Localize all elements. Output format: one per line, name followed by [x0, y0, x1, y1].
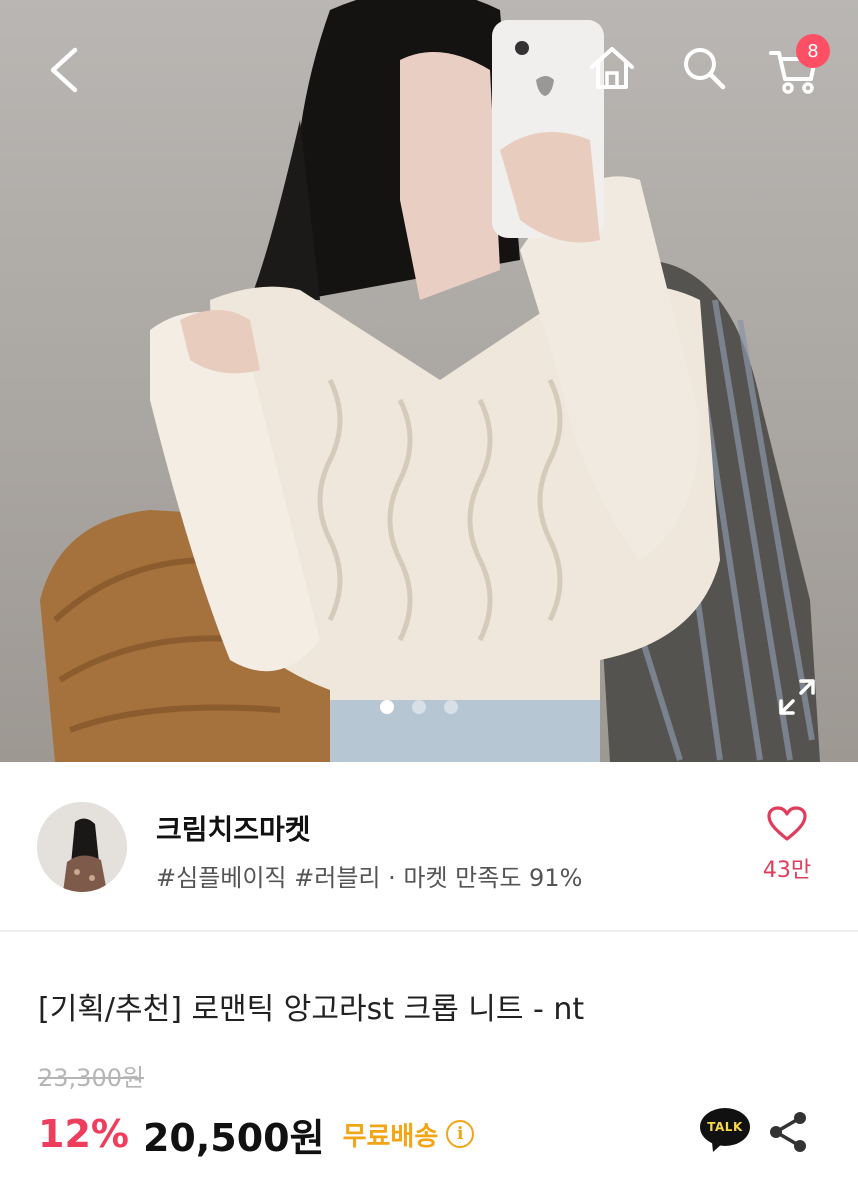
talk-button[interactable]: TALK [700, 1108, 752, 1154]
like-count: 43만 [762, 858, 812, 883]
home-icon [590, 47, 634, 89]
home-button[interactable] [584, 40, 640, 96]
free-shipping-label: 무료배송 [342, 1121, 439, 1152]
shop-tags: #심플베이직 #러블리 · 마켓 만족도 91% [156, 864, 583, 892]
product-photo [40, 0, 820, 762]
gallery-pagination [380, 700, 458, 714]
shop-info-row[interactable]: 크림치즈마켓 #심플베이직 #러블리 · 마켓 만족도 91% 43만 [0, 762, 858, 932]
share-button[interactable] [768, 1110, 810, 1154]
info-icon[interactable]: i [446, 1120, 475, 1148]
like-button[interactable]: 43만 [748, 806, 826, 896]
original-price: 23,300원 [38, 1064, 145, 1092]
avatar-image [37, 802, 127, 892]
expand-icon [779, 679, 815, 715]
price-row: 12% 20,500원 무료배송 i [38, 1106, 475, 1162]
sale-price: 20,500원 [142, 1115, 325, 1160]
chevron-left-icon [50, 47, 78, 93]
product-image-gallery[interactable]: 8 [0, 0, 858, 762]
pagination-dot[interactable] [380, 700, 394, 714]
search-button[interactable] [676, 40, 732, 96]
shop-avatar[interactable] [37, 802, 127, 892]
share-icon [770, 1112, 806, 1152]
heart-icon [767, 806, 807, 841]
talk-bubble-tail [712, 1142, 724, 1152]
search-icon [684, 48, 726, 90]
discount-rate: 12% [38, 1112, 129, 1156]
product-title: [기획/추천] 로맨틱 앙고라st 크롭 니트 - nt [38, 992, 585, 1027]
cart-count-badge: 8 [796, 34, 830, 68]
pagination-dot[interactable] [412, 700, 426, 714]
pagination-dot[interactable] [444, 700, 458, 714]
expand-image-button[interactable] [772, 672, 822, 722]
back-button[interactable] [36, 40, 92, 100]
talk-bubble-icon: TALK [700, 1108, 750, 1146]
shop-name[interactable]: 크림치즈마켓 [156, 808, 311, 848]
